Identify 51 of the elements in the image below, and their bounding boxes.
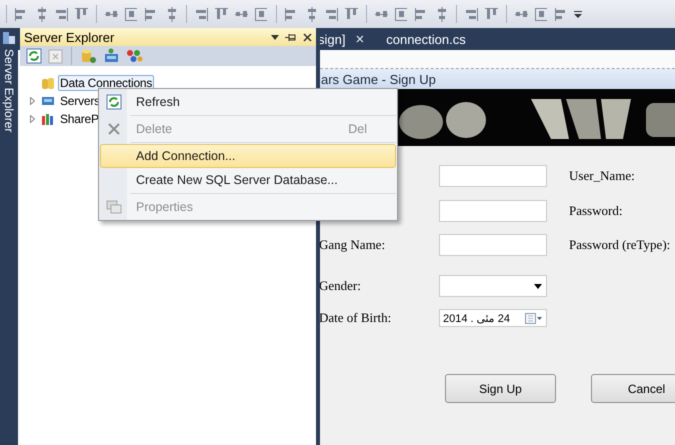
expand-arrow-icon <box>30 97 34 105</box>
menu-item[interactable]: Refresh <box>100 90 396 114</box>
delete-icon <box>107 122 121 136</box>
alignment-icon <box>214 6 229 22</box>
database-icon <box>41 76 55 90</box>
alignment-icon <box>124 6 139 22</box>
menu-item[interactable]: Create New SQL Server Database... <box>100 168 396 192</box>
menu-item[interactable]: Add Connection... <box>100 144 396 168</box>
alignment-icon <box>394 6 409 22</box>
form-button[interactable]: Sign Up <box>445 374 556 403</box>
sharepoint-icon <box>126 48 143 64</box>
sharepoint-icon <box>41 112 55 126</box>
tree-item[interactable]: ShareP <box>58 111 101 127</box>
alignment-icon <box>254 6 269 22</box>
alignment-icon <box>194 6 209 22</box>
properties-icon <box>106 200 122 214</box>
date-picker[interactable]: 24 مئی . 2014 <box>439 309 547 327</box>
text-field[interactable] <box>439 234 547 256</box>
database-icon <box>80 48 97 64</box>
side-tab[interactable]: Server Explorer <box>2 49 16 132</box>
pin-icon <box>285 32 297 42</box>
expand-arrow-icon <box>30 115 34 123</box>
field-label: Gang Name: <box>319 237 386 253</box>
tree-item[interactable]: Servers <box>58 93 102 109</box>
document-tab[interactable]: connection.cs <box>386 32 466 46</box>
alignment-icon <box>464 6 479 22</box>
field-label: Gender: <box>319 278 362 294</box>
close-icon <box>303 32 312 42</box>
field-label: Password (reType): <box>569 237 672 253</box>
alignment-icon <box>54 6 69 22</box>
field-label: Date of Birth: <box>319 310 392 326</box>
dropdown-arrow-icon <box>534 284 542 288</box>
panel-title: Server Explorer <box>24 30 116 44</box>
text-field[interactable] <box>439 200 547 222</box>
alignment-icon <box>484 6 499 22</box>
alignment-icon <box>324 6 339 22</box>
alignment-icon <box>344 6 359 22</box>
stop-icon <box>48 48 63 64</box>
close-tab-button[interactable]: × <box>355 30 364 48</box>
field-label: Password: <box>569 203 624 219</box>
refresh-icon <box>26 48 42 64</box>
gender-dropdown[interactable] <box>439 275 547 297</box>
alignment-icon <box>74 6 89 22</box>
form-button[interactable]: Cancel <box>591 374 675 403</box>
field-label: User_Name: <box>569 168 636 184</box>
text-field[interactable] <box>439 165 547 187</box>
refresh-icon <box>106 94 122 110</box>
overflow-arrow-icon <box>574 9 582 19</box>
dropdown-arrow-icon <box>271 34 279 40</box>
calendar-icon <box>525 312 543 324</box>
alignment-icon <box>534 6 549 22</box>
